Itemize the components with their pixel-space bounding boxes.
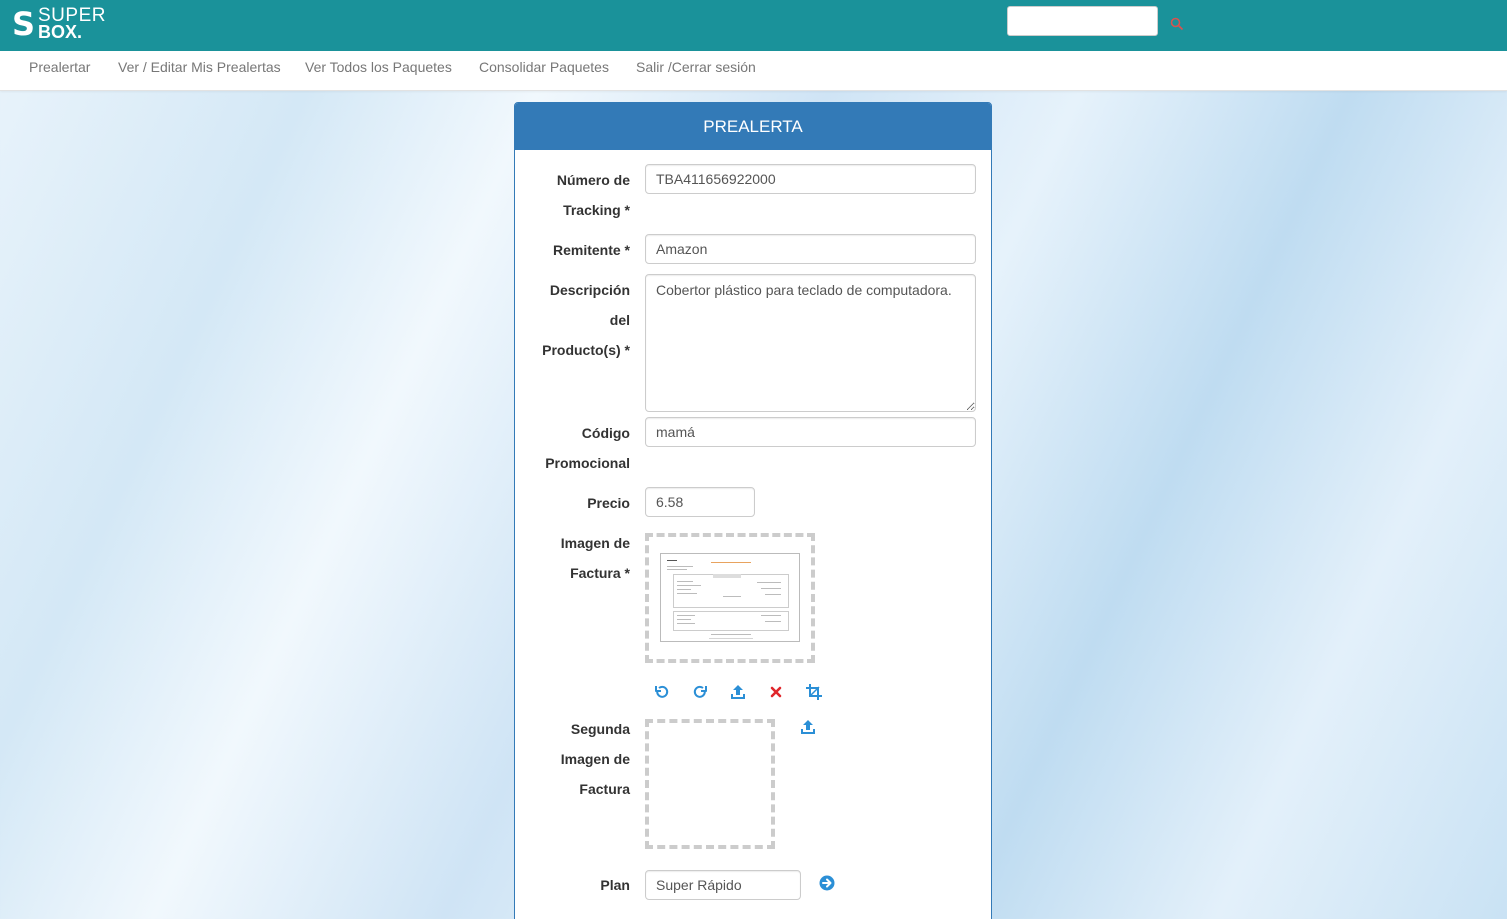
search-input[interactable] bbox=[1007, 6, 1158, 36]
second-invoice-label-line3: Factura bbox=[579, 781, 630, 797]
invoice-image-dropzone[interactable] bbox=[645, 533, 815, 663]
top-header-bar: S SUPER BOX. bbox=[0, 0, 1507, 51]
promo-code-input[interactable] bbox=[645, 417, 976, 447]
tracking-number-input[interactable] bbox=[645, 164, 976, 194]
panel-title: PREALERTA bbox=[515, 103, 991, 150]
promo-label-line2: Promocional bbox=[545, 455, 630, 471]
delete-icon[interactable] bbox=[767, 683, 785, 701]
description-label-line3: Producto(s) * bbox=[542, 342, 630, 358]
promo-label-line1: Código bbox=[581, 425, 630, 441]
nav-item-consolidar-paquetes[interactable]: Consolidar Paquetes bbox=[479, 59, 609, 75]
upload-icon[interactable] bbox=[799, 718, 817, 736]
upload-icon[interactable] bbox=[729, 683, 747, 701]
sender-input[interactable] bbox=[645, 234, 976, 264]
logo-s-letter: S bbox=[12, 5, 36, 43]
description-label-line1: Descripción bbox=[549, 282, 630, 298]
plan-label: Plan bbox=[600, 877, 630, 893]
nav-item-salir-cerrar-sesion[interactable]: Salir /Cerrar sesión bbox=[636, 59, 756, 75]
second-invoice-label-line1: Segunda bbox=[570, 721, 630, 737]
second-invoice-dropzone[interactable] bbox=[645, 719, 775, 849]
rotate-left-icon[interactable] bbox=[653, 683, 671, 701]
invoice-image-label-line1: Imagen de bbox=[560, 535, 630, 551]
logo-box-text: BOX. bbox=[38, 22, 83, 42]
search-icon[interactable] bbox=[1170, 17, 1184, 31]
tracking-label-line1: Número de bbox=[556, 172, 630, 188]
description-textarea[interactable]: Cobertor plástico para teclado de comput… bbox=[645, 274, 976, 412]
price-label: Precio bbox=[587, 495, 630, 511]
invoice-thumbnail-image bbox=[660, 553, 800, 642]
nav-item-ver-todos-paquetes[interactable]: Ver Todos los Paquetes bbox=[305, 59, 452, 75]
description-label-line2: del bbox=[609, 312, 630, 328]
crop-icon[interactable] bbox=[805, 683, 823, 701]
nav-item-prealertar[interactable]: Prealertar bbox=[29, 59, 90, 75]
invoice-image-label-line2: Factura * bbox=[570, 565, 630, 581]
arrow-right-circle-icon[interactable] bbox=[818, 874, 836, 892]
price-input[interactable] bbox=[645, 487, 755, 517]
plan-select[interactable]: Super Rápido bbox=[645, 870, 801, 900]
second-invoice-label-line2: Imagen de bbox=[560, 751, 630, 767]
main-nav: Prealertar Ver / Editar Mis Prealertas V… bbox=[0, 51, 1507, 91]
nav-item-ver-editar-prealertas[interactable]: Ver / Editar Mis Prealertas bbox=[118, 59, 281, 75]
tracking-label-line2: Tracking * bbox=[563, 202, 630, 218]
sender-label: Remitente * bbox=[552, 242, 630, 258]
superbox-logo[interactable]: S SUPER BOX. bbox=[12, 6, 112, 42]
prealerta-panel: PREALERTA Número de Tracking * Remitente… bbox=[514, 102, 992, 919]
rotate-right-icon[interactable] bbox=[691, 683, 709, 701]
